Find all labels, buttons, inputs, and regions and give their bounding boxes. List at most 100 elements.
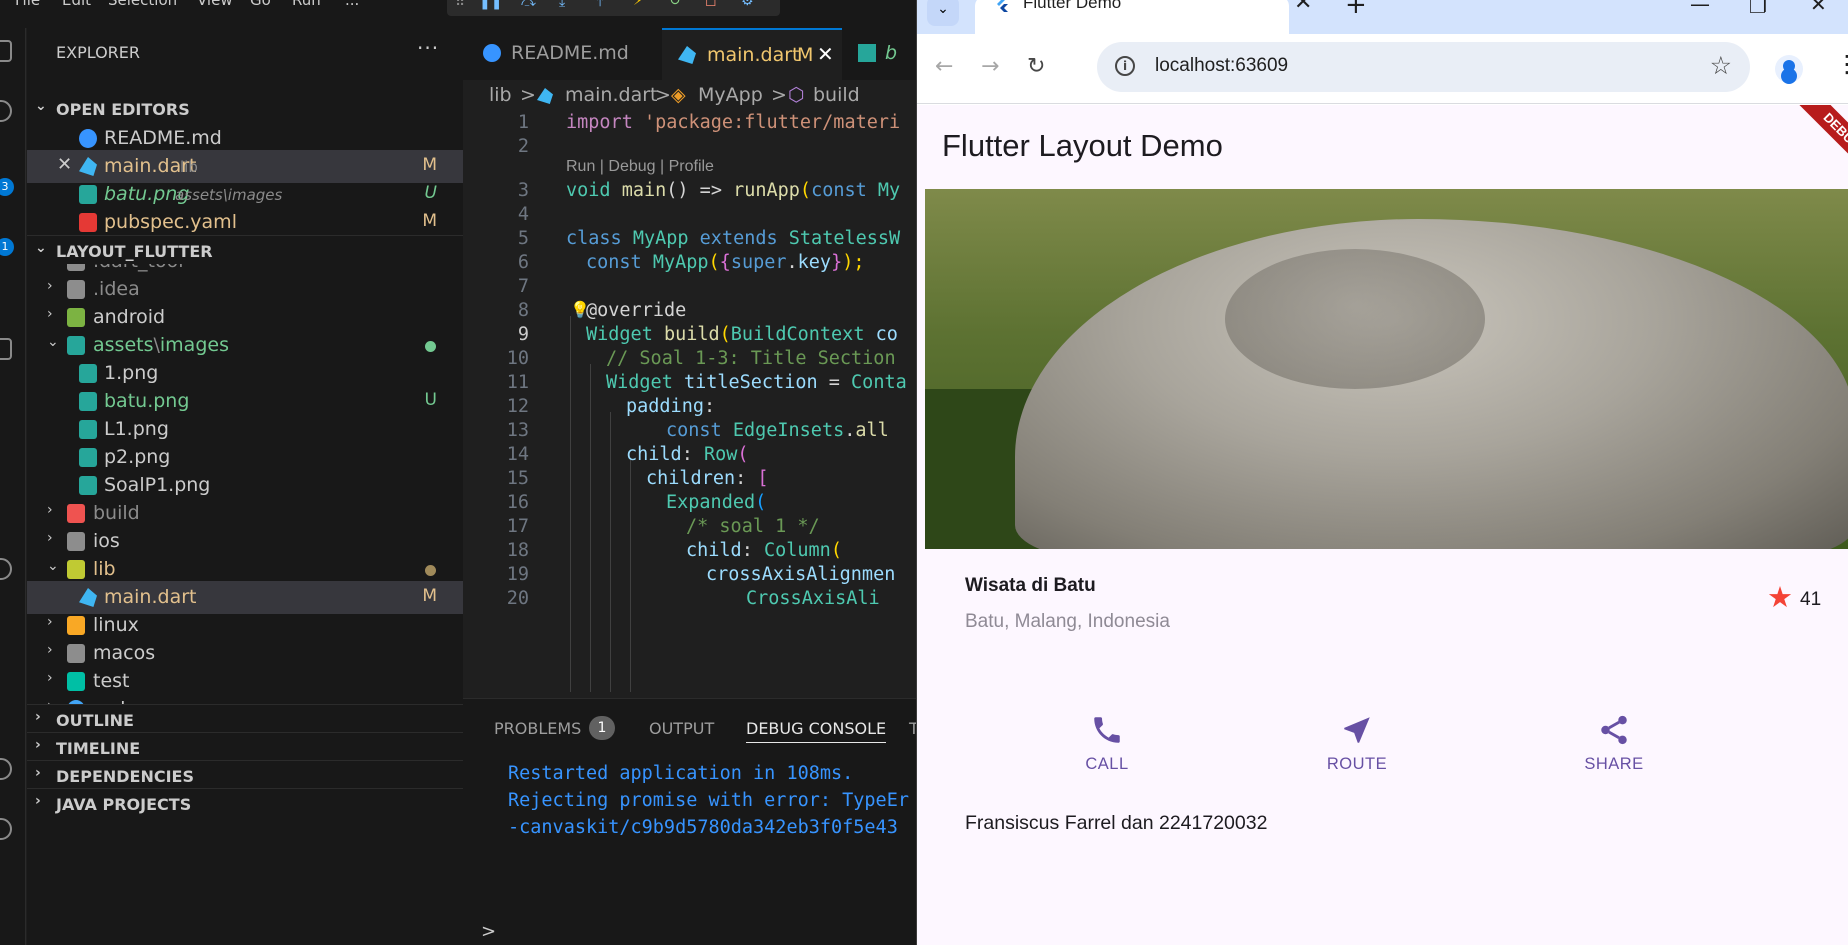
close-icon[interactable]: ✕ xyxy=(57,154,72,175)
drag-handle-icon[interactable]: ⠿ xyxy=(455,0,465,10)
build-folder-icon xyxy=(67,504,85,523)
menu-run[interactable]: Run xyxy=(292,0,321,9)
call-button[interactable]: CALL xyxy=(1047,713,1167,803)
forward-icon[interactable]: → xyxy=(981,54,999,79)
chevron-right-icon: › xyxy=(47,614,53,630)
java-projects-section[interactable]: › JAVA PROJECTS xyxy=(27,788,463,818)
menu-selection[interactable]: Selection xyxy=(108,0,177,9)
project-header[interactable]: ⌄ LAYOUT_FLUTTER xyxy=(27,235,463,265)
hot-reload-icon[interactable]: ⚡ xyxy=(633,0,643,9)
menu-file[interactable]: File xyxy=(15,0,40,9)
section-label: OUTLINE xyxy=(56,711,134,730)
line-number: 12 xyxy=(506,396,529,417)
breadcrumb-separator: > xyxy=(771,84,787,106)
chevron-right-icon: › xyxy=(47,278,53,294)
file-name: pubspec.yaml xyxy=(104,211,237,233)
step-out-icon[interactable]: ⤒ xyxy=(597,0,603,10)
source-control-badge: 3 xyxy=(0,178,14,196)
breadcrumb-lib[interactable]: lib xyxy=(489,84,512,106)
breadcrumb-class[interactable]: MyApp xyxy=(698,84,763,106)
stop-icon[interactable]: ◻ xyxy=(705,0,717,9)
tab-problems[interactable]: PROBLEMS xyxy=(494,719,581,738)
tab-debug-console[interactable]: DEBUG CONSOLE xyxy=(746,719,887,743)
image-icon xyxy=(79,420,97,439)
code-line-12: padding: xyxy=(626,396,716,417)
minimize-icon[interactable]: — xyxy=(1690,0,1710,16)
explorer-icon[interactable] xyxy=(0,40,12,62)
extensions-icon[interactable] xyxy=(0,338,12,360)
site-info-icon[interactable]: i xyxy=(1115,56,1135,76)
code-editor[interactable]: 1 2 3 4 5 6 7 8 9 10 11 12 13 14 15 16 1… xyxy=(463,112,916,692)
tab-main-dart[interactable]: main.dart M ✕ xyxy=(662,28,842,80)
git-status: U xyxy=(424,390,437,410)
timeline-section[interactable]: › TIMELINE xyxy=(27,732,463,762)
code-line-8: @override xyxy=(586,300,687,321)
breadcrumb-file[interactable]: main.dart xyxy=(565,84,657,106)
tab-terminal[interactable]: T xyxy=(909,719,916,738)
line-number: 20 xyxy=(506,588,529,609)
search-icon[interactable] xyxy=(0,100,12,122)
settings-gear-icon[interactable] xyxy=(0,818,12,840)
share-button[interactable]: SHARE xyxy=(1554,713,1674,803)
app-bar-title: Flutter Layout Demo xyxy=(942,128,1223,163)
outline-section[interactable]: › OUTLINE xyxy=(27,704,463,734)
testing-icon[interactable] xyxy=(0,558,12,580)
address-bar[interactable]: i localhost:63609 ☆ xyxy=(1097,42,1750,92)
file-tree: .dart_tool › .idea › android ⌄ assets\im… xyxy=(27,264,463,704)
dart-icon xyxy=(537,88,553,104)
image-icon xyxy=(79,364,97,383)
tree-folder-web[interactable]: › web xyxy=(27,693,463,704)
breadcrumb-method[interactable]: build xyxy=(813,84,860,106)
run-debug-badge: 1 xyxy=(0,238,14,256)
flutter-app: Flutter Layout Demo DEBUG Wisata di Batu… xyxy=(917,105,1848,945)
browser-toolbar: ← → ↻ i localhost:63609 ☆ ⋮ xyxy=(917,34,1848,104)
file-name: SoalP1.png xyxy=(104,474,211,496)
code-lens[interactable]: Run | Debug | Profile xyxy=(566,158,714,176)
devtools-icon[interactable]: ⚙ xyxy=(741,0,754,9)
code-line-11: Widget titleSection = Conta xyxy=(606,372,907,393)
chevron-down-icon: ⌄ xyxy=(35,98,47,114)
activity-bar: 3 1 xyxy=(0,28,26,945)
step-into-icon[interactable]: ⤓ xyxy=(559,0,565,10)
more-actions-icon[interactable]: ··· xyxy=(417,36,439,60)
step-over-icon[interactable]: ⤼ xyxy=(521,0,536,10)
browser-menu-icon[interactable]: ⋮ xyxy=(1835,50,1848,78)
tab-readme[interactable]: README.md xyxy=(463,28,658,80)
line-number: 7 xyxy=(517,276,529,297)
tab-output[interactable]: OUTPUT xyxy=(649,719,714,738)
git-status: M xyxy=(422,211,437,231)
close-window-icon[interactable]: ✕ xyxy=(1810,0,1827,16)
back-icon[interactable]: ← xyxy=(935,54,953,79)
open-editors-header[interactable]: ⌄ OPEN EDITORS xyxy=(27,94,463,124)
route-label: ROUTE xyxy=(1326,755,1388,773)
new-tab-icon[interactable]: + xyxy=(1345,0,1367,20)
tab-third[interactable]: b xyxy=(843,28,916,80)
restore-icon[interactable]: ❐ xyxy=(1749,0,1767,18)
menu-more[interactable]: ... xyxy=(345,0,359,9)
code-line-19: crossAxisAlignmen xyxy=(706,564,896,585)
accounts-icon[interactable] xyxy=(0,758,12,780)
image-icon xyxy=(858,44,876,62)
macos-folder-icon xyxy=(67,644,85,663)
close-icon[interactable]: ✕ xyxy=(817,42,834,66)
tab-search-icon[interactable]: ⌄ xyxy=(927,0,959,26)
line-number: 19 xyxy=(506,564,529,585)
restart-icon[interactable]: ↻ xyxy=(669,0,681,9)
menu-edit[interactable]: Edit xyxy=(62,0,91,9)
class-icon: ◈ xyxy=(671,84,686,106)
menu-go[interactable]: Go xyxy=(250,0,271,9)
pause-icon[interactable]: ❚❚ xyxy=(479,0,502,10)
reload-icon[interactable]: ↻ xyxy=(1027,54,1045,79)
url-text[interactable]: localhost:63609 xyxy=(1155,55,1288,77)
dart-icon xyxy=(79,588,97,607)
route-button[interactable]: ROUTE xyxy=(1297,713,1417,803)
dependencies-section[interactable]: › DEPENDENCIES xyxy=(27,760,463,790)
profile-avatar-icon[interactable] xyxy=(1775,55,1803,83)
folder-name: ios xyxy=(93,530,120,552)
code-line-18: child: Column( xyxy=(686,540,842,561)
bookmark-star-icon[interactable]: ☆ xyxy=(1710,51,1732,80)
close-tab-icon[interactable]: ✕ xyxy=(1294,0,1312,15)
console-prompt[interactable]: > xyxy=(481,921,496,942)
menu-view[interactable]: View xyxy=(197,0,233,9)
image-icon xyxy=(79,185,97,204)
